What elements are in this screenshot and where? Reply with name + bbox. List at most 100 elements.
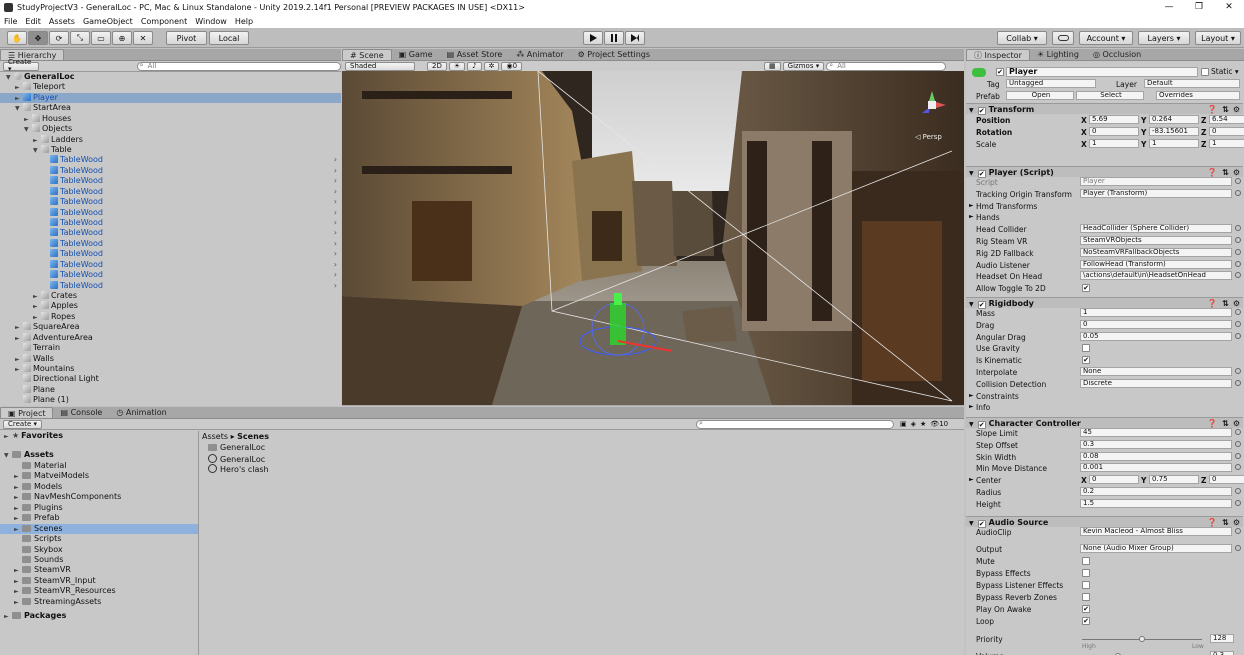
hierarchy-row[interactable]: ► AdventureArea: [0, 332, 341, 343]
menu-file[interactable]: File: [4, 17, 17, 26]
filter-label-icon[interactable]: ◈: [911, 420, 916, 428]
project-folder-row[interactable]: Skybox: [0, 545, 198, 555]
preset-icon[interactable]: ⇅: [1222, 104, 1229, 115]
player-script-field[interactable]: NoSteamVRFallbackObjects: [1080, 247, 1232, 257]
chevron-right-icon[interactable]: ›: [334, 208, 337, 218]
help-icon[interactable]: ❓: [1207, 104, 1217, 115]
maximize-button[interactable]: ❐: [1184, 0, 1214, 15]
audio-checkbox[interactable]: [1082, 557, 1090, 565]
hierarchy-row[interactable]: TableWood ›: [0, 207, 341, 218]
menu-help[interactable]: Help: [235, 17, 253, 26]
prefab-select-button[interactable]: Select: [1076, 91, 1144, 100]
rigidbody-field[interactable]: Discrete: [1080, 378, 1232, 388]
project-folder-row[interactable]: ► NavMeshComponents: [0, 492, 198, 502]
audio-checkbox[interactable]: [1082, 581, 1090, 589]
tab-console[interactable]: ▤ Console: [53, 407, 109, 418]
priority-slider-handle[interactable]: [1139, 636, 1145, 642]
rigidbody-field[interactable]: 0.05: [1080, 331, 1232, 341]
audio-checkbox[interactable]: ✔: [1082, 605, 1090, 613]
hierarchy-row[interactable]: ► Crates: [0, 291, 341, 301]
object-picker-icon[interactable]: [1235, 488, 1241, 494]
chevron-right-icon[interactable]: ›: [334, 228, 337, 238]
rigidbody-field[interactable]: None: [1080, 367, 1232, 376]
shading-dropdown[interactable]: Shaded: [345, 61, 415, 71]
transform-enabled-checkbox[interactable]: ✔: [977, 107, 986, 115]
character-controller-field[interactable]: 0.001: [1080, 463, 1232, 473]
fold-arrow-icon[interactable]: ▼: [969, 520, 974, 527]
player-script-field[interactable]: HeadCollider (Sphere Collider): [1080, 224, 1232, 234]
transform-rotation-x-field[interactable]: 0: [1089, 127, 1139, 136]
breadcrumb-assets[interactable]: Assets: [202, 432, 228, 441]
project-file-item[interactable]: Hero's clash: [208, 464, 269, 474]
audio-source-header[interactable]: ▼ ✔ Audio Source ❓ ⇅ ⚙: [966, 516, 1243, 528]
fold-arrow-icon[interactable]: ▼: [969, 107, 974, 114]
cloud-button[interactable]: [1052, 31, 1074, 45]
fold-arrow-icon[interactable]: ►: [969, 213, 974, 220]
hierarchy-row[interactable]: ▼ Objects: [0, 124, 341, 134]
2d-toggle[interactable]: 2D: [427, 61, 447, 71]
hidden-objects-icon[interactable]: ◉ 0: [501, 61, 523, 71]
hierarchy-row[interactable]: ▼ GeneralLoc: [0, 72, 341, 82]
object-picker-icon[interactable]: [1235, 440, 1241, 447]
character-controller-field[interactable]: 0.3: [1080, 439, 1232, 449]
project-folder-row[interactable]: Sounds: [0, 555, 198, 565]
fold-arrow-icon[interactable]: ▼: [969, 421, 974, 428]
character-controller-field[interactable]: 1.5: [1080, 498, 1232, 508]
chevron-right-icon[interactable]: ›: [334, 218, 337, 228]
fold-arrow-icon[interactable]: ►: [969, 202, 974, 209]
project-folder-row[interactable]: ► ★ Favorites: [0, 431, 198, 441]
menu-window[interactable]: Window: [195, 17, 227, 26]
object-picker-icon[interactable]: [1235, 260, 1241, 267]
menu-component[interactable]: Component: [141, 17, 187, 26]
transform-rotation-z-field[interactable]: 0: [1209, 127, 1244, 136]
hierarchy-row[interactable]: TableWood ›: [0, 228, 341, 238]
center-y-field[interactable]: 0.75: [1149, 475, 1199, 484]
expand-arrow-icon[interactable]: ►: [4, 432, 12, 442]
transform-rotation-y-field[interactable]: -83.15601: [1149, 127, 1199, 136]
player-script-field[interactable]: Player: [1080, 177, 1232, 186]
audio-checkbox[interactable]: [1082, 569, 1090, 577]
scene-viewport[interactable]: ◁ Persp: [342, 71, 964, 405]
tab-asset-store[interactable]: ▤ Asset Store: [440, 49, 510, 60]
chevron-right-icon[interactable]: ›: [334, 249, 337, 259]
player-script-field[interactable]: \actions\default\in\HeadsetOnHead: [1080, 271, 1232, 281]
audio-field[interactable]: None (Audio Mixer Group): [1080, 544, 1232, 553]
chevron-right-icon[interactable]: ›: [334, 187, 337, 197]
account-dropdown[interactable]: Account ▾: [1079, 31, 1133, 45]
player-script-header[interactable]: ▼ ✔ Player (Script) ❓ ⇅ ⚙: [966, 166, 1243, 178]
hierarchy-row[interactable]: TableWood ›: [0, 259, 341, 270]
project-folder-row[interactable]: ► Plugins: [0, 503, 198, 513]
hierarchy-row[interactable]: TableWood ›: [0, 155, 341, 165]
hierarchy-row[interactable]: ► Apples: [0, 301, 341, 311]
character-controller-field[interactable]: 0.2: [1080, 487, 1232, 496]
transform-position-x-field[interactable]: 5.69: [1089, 115, 1139, 124]
character-controller-field[interactable]: 0.08: [1080, 451, 1232, 461]
hierarchy-row[interactable]: ▼ StartArea: [0, 103, 341, 113]
local-toggle[interactable]: Local: [209, 31, 249, 45]
chevron-right-icon[interactable]: ›: [334, 197, 337, 207]
tag-dropdown[interactable]: Untagged: [1006, 79, 1096, 88]
project-folder-row[interactable]: ▼ Assets: [0, 450, 198, 460]
hierarchy-row[interactable]: TableWood ›: [0, 176, 341, 186]
object-picker-icon[interactable]: [1235, 379, 1241, 386]
hierarchy-row[interactable]: TableWood ›: [0, 249, 341, 259]
camera-settings-icon[interactable]: ▦: [764, 61, 781, 71]
pivot-toggle[interactable]: Pivot: [166, 31, 207, 45]
play-button[interactable]: [583, 31, 603, 45]
hierarchy-row[interactable]: ► Mountains: [0, 364, 341, 374]
tab-lighting[interactable]: ☀ Lighting: [1030, 49, 1086, 60]
chevron-right-icon[interactable]: ›: [334, 260, 337, 270]
move-tool-icon[interactable]: ✥: [28, 31, 48, 45]
player-script-enabled-checkbox[interactable]: ✔: [977, 170, 986, 178]
gear-icon[interactable]: ⚙: [1233, 298, 1240, 309]
transform-scale-z-field[interactable]: 1: [1209, 139, 1244, 148]
object-picker-icon[interactable]: [1235, 429, 1241, 435]
object-picker-icon[interactable]: [1235, 237, 1241, 243]
rigidbody-enabled-checkbox[interactable]: ✔: [977, 301, 986, 309]
rigidbody-checkbox[interactable]: ✔: [1082, 356, 1090, 365]
project-folder-row[interactable]: ► SteamVR: [0, 565, 198, 575]
collab-dropdown[interactable]: Collab ▾: [997, 31, 1047, 45]
effects-toggle-icon[interactable]: ✲: [483, 61, 500, 71]
player-script-field[interactable]: FollowHead (Transform): [1080, 259, 1232, 269]
volume-value-field[interactable]: 0.3: [1210, 651, 1234, 655]
